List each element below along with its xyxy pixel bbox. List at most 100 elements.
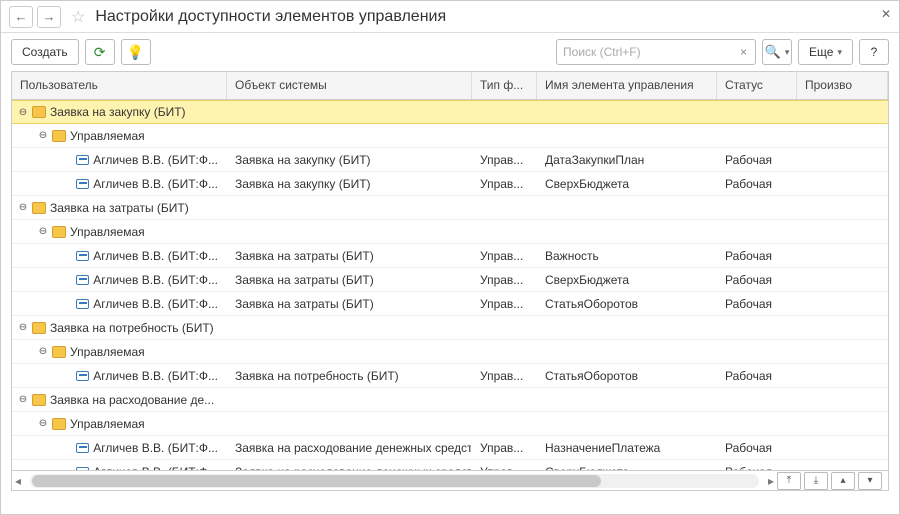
cell-proizv xyxy=(797,124,888,147)
cell-object xyxy=(227,124,472,147)
user-label: Заявка на расходование де... xyxy=(50,393,214,407)
col-header-user[interactable]: Пользователь xyxy=(12,72,227,99)
nav-back-button[interactable]: ← xyxy=(9,6,33,28)
more-button[interactable]: Еще▾ xyxy=(798,39,853,65)
cell-proizv xyxy=(797,364,888,387)
tree-item-row[interactable]: Агличев В.В. (БИТ:Ф... Заявка на затраты … xyxy=(12,292,888,316)
cell-proizv xyxy=(797,172,888,195)
row-down-button[interactable]: ▾ xyxy=(858,472,882,490)
tree-folder-row[interactable]: ⊖ Управляемая xyxy=(12,340,888,364)
search-input[interactable] xyxy=(563,45,738,59)
cell-element: СверхБюджета xyxy=(537,172,717,195)
cell-type xyxy=(472,124,537,147)
scroll-right-icon[interactable]: ▸ xyxy=(765,474,777,488)
folder-icon xyxy=(52,130,66,142)
collapse-toggle-icon[interactable]: ⊖ xyxy=(38,346,48,357)
help-button[interactable]: ? xyxy=(859,39,889,65)
hint-button[interactable]: 💡 xyxy=(121,39,151,65)
cell-type: Управ... xyxy=(472,172,537,195)
cell-element xyxy=(537,220,717,243)
cell-user: ⊖ Заявка на расходование де... xyxy=(12,388,227,411)
search-options-button[interactable]: 🔍▾ xyxy=(762,39,792,65)
collapse-toggle-icon[interactable]: ⊖ xyxy=(38,418,48,429)
collapse-toggle-icon[interactable]: ⊖ xyxy=(38,130,48,141)
cell-element: НазначениеПлатежа xyxy=(537,436,717,459)
cell-element xyxy=(537,412,717,435)
close-icon[interactable]: ✕ xyxy=(881,7,891,21)
cell-user: Агличев В.В. (БИТ:Ф... xyxy=(12,460,227,470)
tree-item-row[interactable]: Агличев В.В. (БИТ:Ф...Заявка на потребно… xyxy=(12,364,888,388)
tree-item-row[interactable]: Агличев В.В. (БИТ:Ф...Заявка на расходов… xyxy=(12,460,888,470)
go-top-button[interactable]: ⤒ xyxy=(777,472,801,490)
tree-item-row[interactable]: Агличев В.В. (БИТ:Ф... Заявка на затраты … xyxy=(12,268,888,292)
folder-icon xyxy=(52,226,66,238)
cell-proizv xyxy=(797,460,888,470)
tree-folder-row[interactable]: ⊖Заявка на закупку (БИТ) xyxy=(12,100,888,124)
cell-object xyxy=(227,220,472,243)
cell-type: Управ... xyxy=(472,244,537,267)
tree-folder-row[interactable]: ⊖Заявка на потребность (БИТ) xyxy=(12,316,888,340)
cell-object xyxy=(227,196,472,219)
cell-user: Агличев В.В. (БИТ:Ф... xyxy=(12,172,227,195)
chevron-down-icon: ▾ xyxy=(785,47,790,58)
cell-status: Рабочая xyxy=(717,244,797,267)
cell-status: Рабочая xyxy=(717,460,797,470)
tree-folder-row[interactable]: ⊖Управляемая xyxy=(12,220,888,244)
grid-body[interactable]: ⊖Заявка на закупку (БИТ)⊖УправляемаяАгли… xyxy=(12,100,888,470)
cell-status: Рабочая xyxy=(717,364,797,387)
tree-folder-row[interactable]: ⊖Управляемая xyxy=(12,124,888,148)
user-label: Агличев В.В. (БИТ:Ф... xyxy=(93,177,218,191)
cell-status xyxy=(717,220,797,243)
cell-object: Заявка на затраты (БИТ) xyxy=(227,292,472,315)
scroll-left-icon[interactable]: ◂ xyxy=(12,474,24,488)
cell-proizv xyxy=(797,388,888,411)
cell-object: Заявка на затраты (БИТ) xyxy=(227,268,472,291)
nav-forward-button[interactable]: → xyxy=(37,6,61,28)
cell-user: ⊖Управляемая xyxy=(12,220,227,243)
record-icon xyxy=(76,155,90,165)
refresh-button[interactable]: ⟳ xyxy=(85,39,115,65)
col-header-type[interactable]: Тип ф... xyxy=(472,72,537,99)
favorite-star-icon[interactable]: ☆ xyxy=(71,7,85,27)
col-header-object[interactable]: Объект системы xyxy=(227,72,472,99)
scrollbar-thumb[interactable] xyxy=(32,475,601,487)
collapse-toggle-icon[interactable]: ⊖ xyxy=(38,226,48,237)
create-button[interactable]: Создать xyxy=(11,39,79,65)
tree-folder-row[interactable]: ⊖Заявка на затраты (БИТ) xyxy=(12,196,888,220)
cell-object: Заявка на затраты (БИТ) xyxy=(227,244,472,267)
collapse-toggle-icon[interactable]: ⊖ xyxy=(18,394,28,405)
cell-element: СтатьяОборотов xyxy=(537,292,717,315)
row-up-button[interactable]: ▴ xyxy=(831,472,855,490)
cell-type xyxy=(472,316,537,339)
search-clear-icon[interactable]: × xyxy=(738,45,749,59)
tree-item-row[interactable]: Агличев В.В. (БИТ:Ф...Заявка на закупку … xyxy=(12,148,888,172)
cell-type xyxy=(472,196,537,219)
search-box[interactable]: × xyxy=(556,39,756,65)
user-label: Управляемая xyxy=(70,345,145,359)
collapse-toggle-icon[interactable]: ⊖ xyxy=(18,322,28,333)
collapse-toggle-icon[interactable]: ⊖ xyxy=(18,107,28,118)
col-header-status[interactable]: Статус xyxy=(717,72,797,99)
cell-user: ⊖Заявка на потребность (БИТ) xyxy=(12,316,227,339)
tree-folder-row[interactable]: ⊖Управляемая xyxy=(12,412,888,436)
collapse-toggle-icon[interactable]: ⊖ xyxy=(18,202,28,213)
tree-folder-row[interactable]: ⊖ Заявка на расходование де... xyxy=(12,388,888,412)
col-header-element[interactable]: Имя элемента управления xyxy=(537,72,717,99)
user-label: Агличев В.В. (БИТ:Ф... xyxy=(93,273,218,287)
tree-item-row[interactable]: Агличев В.В. (БИТ:Ф...Заявка на затраты … xyxy=(12,244,888,268)
cell-status: Рабочая xyxy=(717,172,797,195)
horizontal-scrollbar[interactable] xyxy=(30,474,759,488)
cell-user: Агличев В.В. (БИТ:Ф... xyxy=(12,436,227,459)
cell-status: Рабочая xyxy=(717,292,797,315)
record-icon xyxy=(76,299,90,309)
cell-object xyxy=(227,412,472,435)
cell-status xyxy=(717,101,797,123)
col-header-proizv[interactable]: Произво xyxy=(797,72,888,99)
cell-user: Агличев В.В. (БИТ:Ф... xyxy=(12,268,227,291)
user-label: Агличев В.В. (БИТ:Ф... xyxy=(93,297,218,311)
cell-user: Агличев В.В. (БИТ:Ф... xyxy=(12,292,227,315)
go-bottom-button[interactable]: ⤓ xyxy=(804,472,828,490)
tree-item-row[interactable]: Агличев В.В. (БИТ:Ф...Заявка на закупку … xyxy=(12,172,888,196)
tree-item-row[interactable]: Агличев В.В. (БИТ:Ф...Заявка на расходов… xyxy=(12,436,888,460)
record-icon xyxy=(76,275,90,285)
